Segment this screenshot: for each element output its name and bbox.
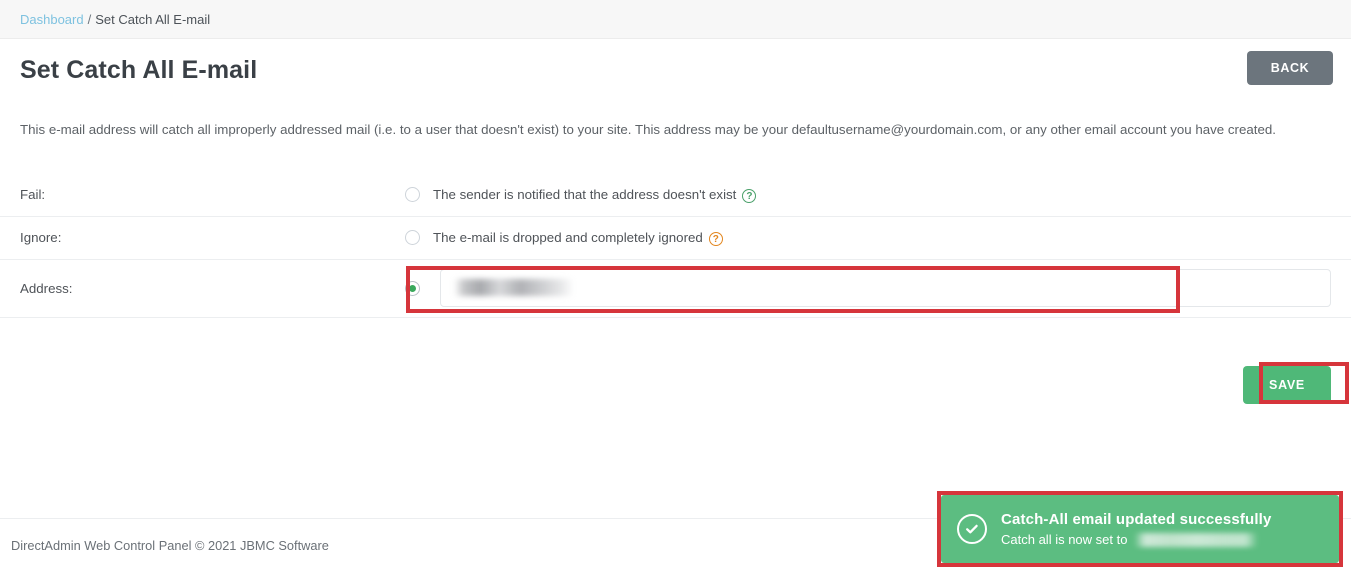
radio-text-ignore: The e-mail is dropped and completely ign… xyxy=(433,230,703,246)
help-circle-icon-fail[interactable]: ? xyxy=(742,188,757,203)
save-area: SAVE xyxy=(1243,366,1331,404)
page-header: Set Catch All E-mail BACK xyxy=(0,39,1351,102)
row-control-ignore: The e-mail is dropped and completely ign… xyxy=(405,230,1331,246)
row-label-fail: Fail: xyxy=(20,187,46,203)
success-toast[interactable]: Catch-All email updated successfully Cat… xyxy=(941,495,1339,563)
radio-label-fail[interactable]: The sender is notified that the address … xyxy=(433,187,757,203)
save-button[interactable]: SAVE xyxy=(1243,366,1331,404)
toast-title: Catch-All email updated successfully xyxy=(1001,510,1272,528)
help-circle-icon-ignore[interactable]: ? xyxy=(708,231,723,246)
breadcrumb-separator: / xyxy=(87,11,92,27)
page-title: Set Catch All E-mail xyxy=(20,56,258,84)
radio-label-ignore[interactable]: The e-mail is dropped and completely ign… xyxy=(433,230,723,246)
row-label-address: Address: xyxy=(20,280,73,296)
check-circle-icon xyxy=(957,514,987,544)
toast-body: Catch-All email updated successfully Cat… xyxy=(1001,511,1271,548)
radio-ignore[interactable] xyxy=(405,230,420,246)
radio-text-fail: The sender is notified that the address … xyxy=(433,187,737,203)
form-row-ignore: Ignore: The e-mail is dropped and comple… xyxy=(0,217,1351,260)
row-label-ignore: Ignore: xyxy=(20,230,62,246)
address-input-wrapper xyxy=(440,269,1331,308)
breadcrumb-link-dashboard[interactable]: Dashboard xyxy=(20,12,84,27)
toast-subtitle: Catch all is now set to xyxy=(1001,532,1271,548)
radio-fail[interactable] xyxy=(405,187,420,203)
page-description: This e-mail address will catch all impro… xyxy=(20,122,1276,137)
back-button[interactable]: BACK xyxy=(1247,51,1333,85)
toast-subtitle-text: Catch all is now set to xyxy=(1001,531,1128,547)
breadcrumb-current: Set Catch All E-mail xyxy=(95,11,211,27)
row-control-fail: The sender is notified that the address … xyxy=(405,187,1331,203)
toast-redacted-value xyxy=(1134,532,1259,547)
catch-all-form: Fail: The sender is notified that the ad… xyxy=(0,174,1351,318)
radio-address[interactable] xyxy=(405,280,420,296)
footer-text: DirectAdmin Web Control Panel © 2021 JBM… xyxy=(11,538,329,553)
form-row-address: Address: xyxy=(0,260,1351,318)
address-input[interactable] xyxy=(440,269,1331,308)
row-control-address xyxy=(405,269,1331,308)
page-root: Dashboard / Set Catch All E-mail Set Cat… xyxy=(0,0,1351,572)
breadcrumb: Dashboard / Set Catch All E-mail xyxy=(0,0,1351,39)
form-row-fail: Fail: The sender is notified that the ad… xyxy=(0,174,1351,217)
